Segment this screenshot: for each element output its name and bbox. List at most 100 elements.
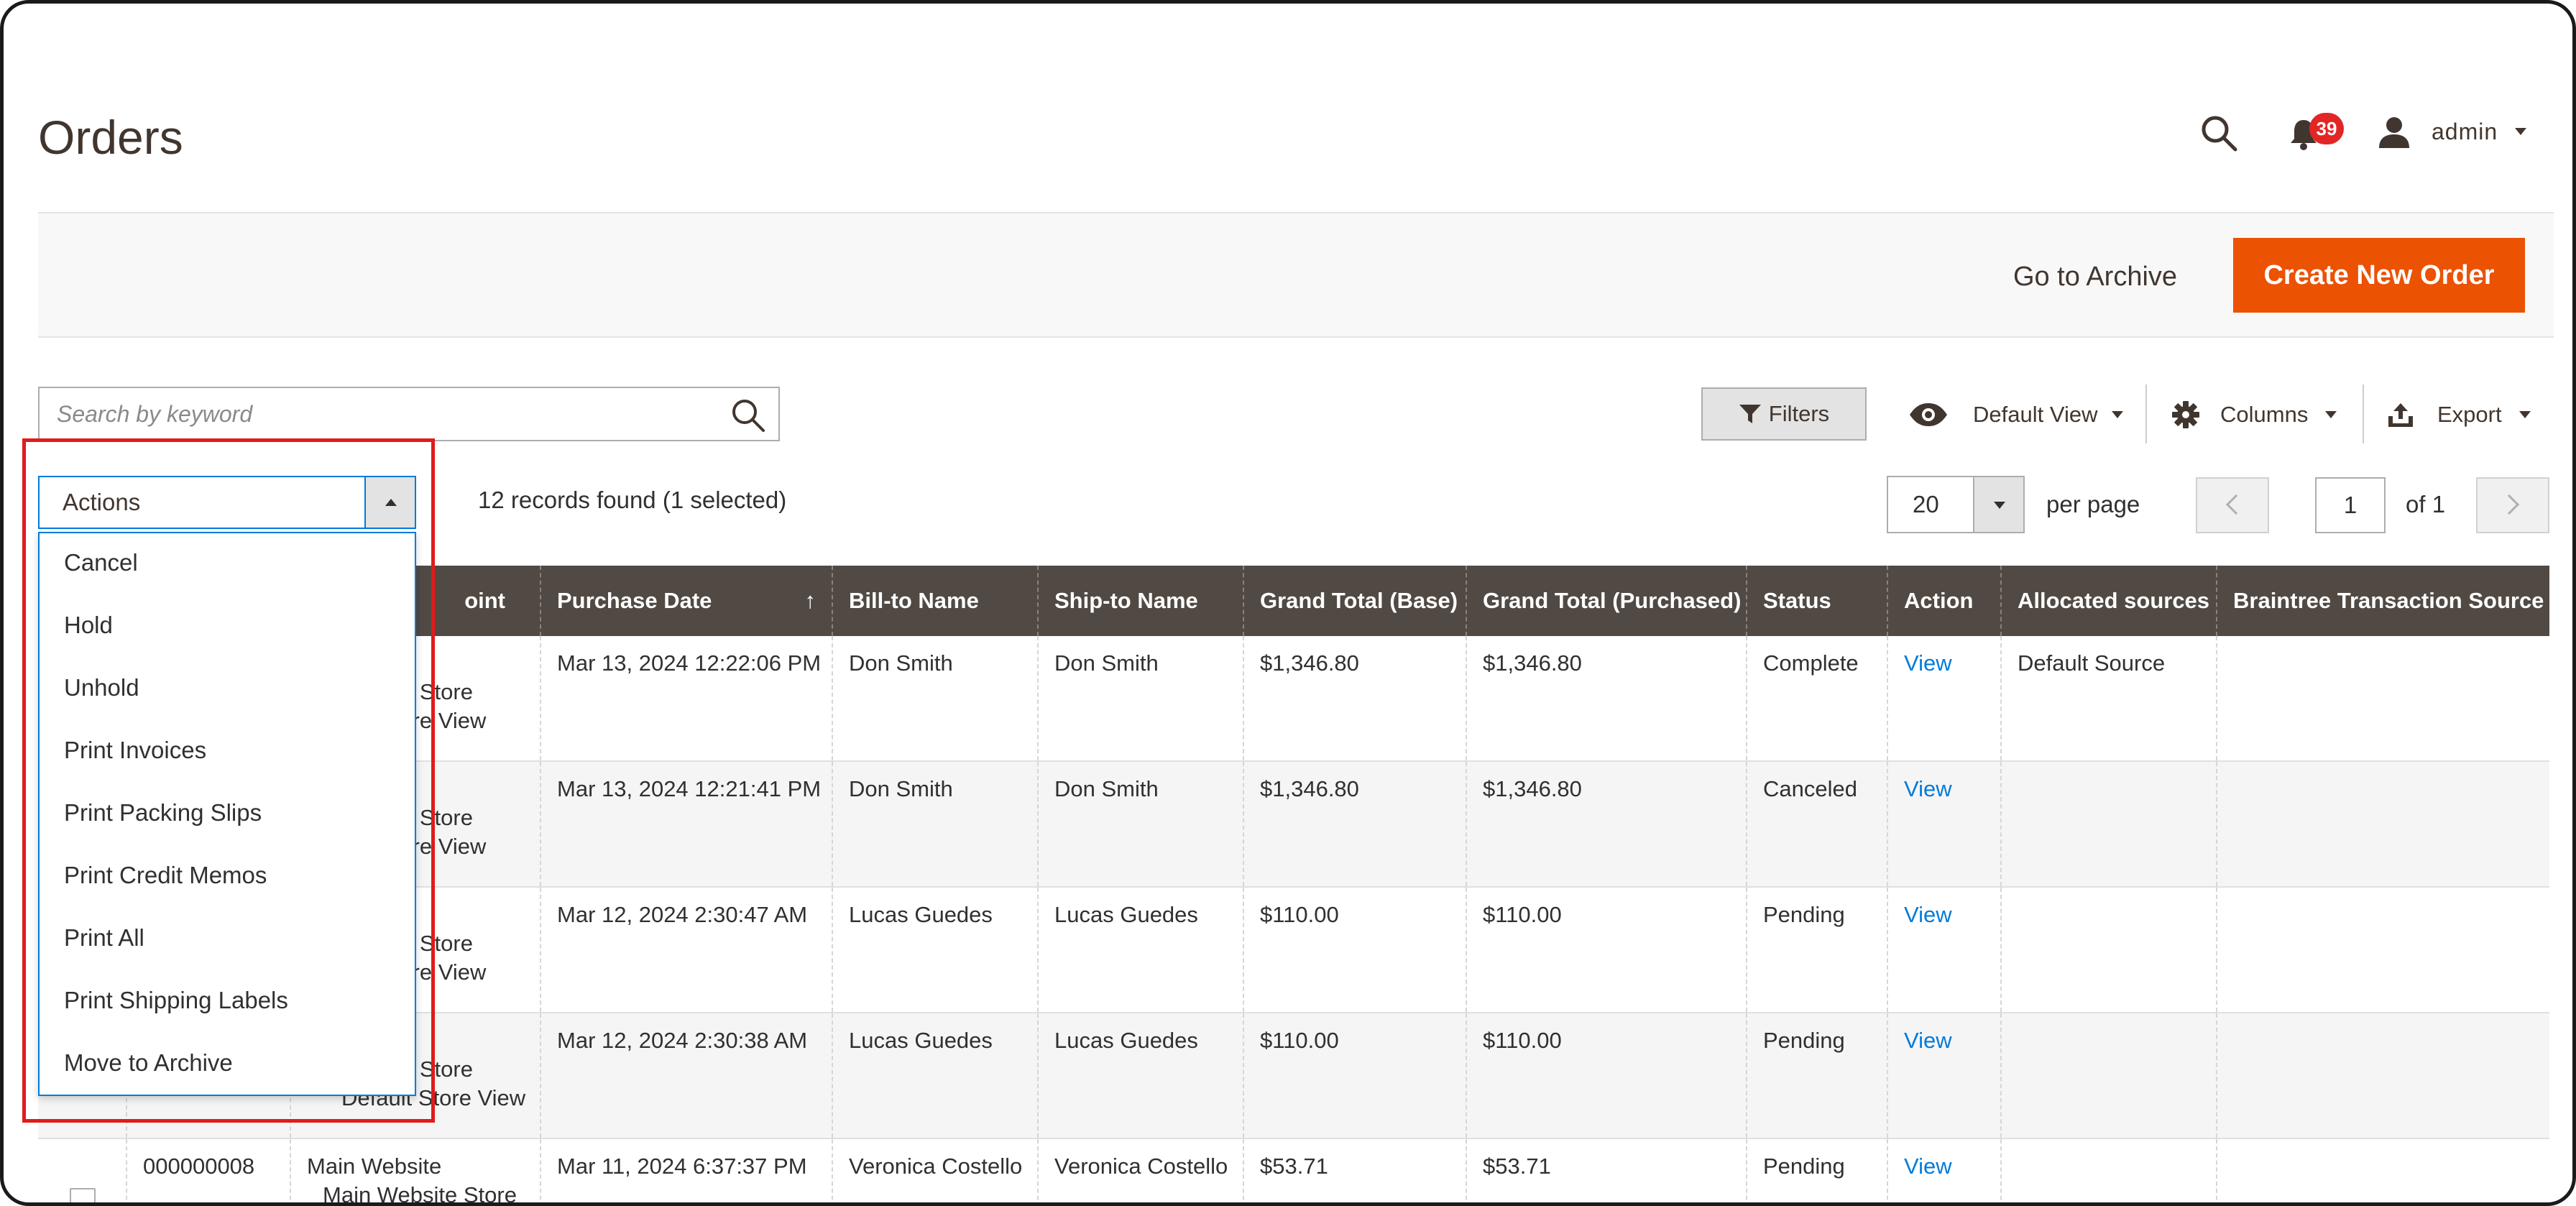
purchase-date: Mar 12, 2024 2:30:47 AM: [540, 888, 832, 1012]
export-label: Export: [2437, 402, 2502, 427]
menu-item-print-shipping-labels[interactable]: Print Shipping Labels: [64, 987, 288, 1014]
purchase-point: Main Website Main Website Store: [290, 1139, 540, 1202]
order-id: 000000008: [126, 1139, 290, 1202]
view-link[interactable]: View: [1887, 636, 2000, 760]
gear-icon: [2172, 401, 2199, 428]
export-dropdown[interactable]: Export: [2387, 392, 2531, 438]
export-icon: [2388, 403, 2413, 427]
menu-item-print-packing-slips[interactable]: Print Packing Slips: [64, 799, 262, 827]
grand-total-purchased: $53.71: [1466, 1139, 1746, 1202]
allocated-sources: [2000, 762, 2216, 886]
chevron-down-icon: [1994, 502, 2005, 509]
keyword-search: [38, 387, 780, 441]
mass-actions-select[interactable]: Actions: [38, 476, 416, 529]
search-input[interactable]: [57, 388, 704, 440]
allocated-sources: Default Source: [2000, 636, 2216, 760]
column-header-grand-total-purchased[interactable]: Grand Total (Purchased): [1466, 566, 1746, 636]
order-status: Complete: [1746, 636, 1887, 760]
search-icon[interactable]: [730, 397, 767, 434]
create-new-order-button[interactable]: Create New Order: [2233, 238, 2525, 313]
row-checkbox[interactable]: [70, 1188, 96, 1202]
grand-total-purchased: $110.00: [1466, 888, 1746, 1012]
user-name[interactable]: admin: [2432, 119, 2498, 145]
bill-to-name: Lucas Guedes: [832, 1013, 1037, 1138]
column-header-ship-to[interactable]: Ship-to Name: [1037, 566, 1243, 636]
grand-total-purchased: $110.00: [1466, 1013, 1746, 1138]
columns-dropdown[interactable]: Columns: [2171, 392, 2337, 438]
mass-actions-menu: Cancel Hold Unhold Print Invoices Print …: [38, 532, 416, 1096]
filters-button[interactable]: Filters: [1701, 387, 1867, 441]
per-page-select[interactable]: 20: [1887, 476, 2025, 533]
mass-actions-toggle[interactable]: [364, 477, 415, 528]
filters-label: Filters: [1768, 401, 1830, 426]
order-status: Pending: [1746, 1139, 1887, 1202]
eye-icon: [1910, 403, 1947, 426]
per-page-label: per page: [2046, 491, 2140, 517]
go-to-archive-button[interactable]: Go to Archive: [1987, 252, 2203, 301]
next-page-button[interactable]: [2476, 477, 2549, 533]
default-view-dropdown[interactable]: Default View: [1908, 392, 2124, 438]
grand-total-base: $1,346.80: [1243, 762, 1466, 886]
default-view-label: Default View: [1973, 402, 2098, 427]
order-status: Pending: [1746, 888, 1887, 1012]
order-status: Pending: [1746, 1013, 1887, 1138]
chevron-left-icon: [2225, 494, 2247, 515]
menu-item-unhold[interactable]: Unhold: [64, 674, 139, 701]
table-row[interactable]: 000000008 Main Website Main Website Stor…: [38, 1139, 2549, 1202]
menu-item-print-all[interactable]: Print All: [64, 924, 144, 952]
per-page-toggle[interactable]: [1973, 477, 2023, 532]
menu-item-move-to-archive[interactable]: Move to Archive: [64, 1049, 233, 1077]
ship-to-name: Lucas Guedes: [1037, 1013, 1243, 1138]
grand-total-base: $1,346.80: [1243, 636, 1466, 760]
column-header-braintree-source[interactable]: Braintree Transaction Source: [2216, 566, 2549, 636]
grand-total-purchased: $1,346.80: [1466, 636, 1746, 760]
user-icon[interactable]: [2377, 115, 2411, 149]
bill-to-name: Veronica Costello: [832, 1139, 1037, 1202]
page-number-input[interactable]: 1: [2315, 477, 2386, 533]
column-header-status[interactable]: Status: [1746, 566, 1887, 636]
braintree-source: [2216, 888, 2549, 1012]
chevron-right-icon: [2498, 494, 2520, 515]
per-page-value: 20: [1913, 491, 1939, 517]
filter-icon: [1739, 405, 1761, 423]
menu-item-print-credit-memos[interactable]: Print Credit Memos: [64, 862, 267, 889]
page-title: Orders: [38, 111, 183, 164]
previous-page-button[interactable]: [2196, 477, 2269, 533]
column-header-purchase-date[interactable]: Purchase Date ↑: [540, 566, 832, 636]
ship-to-name: Don Smith: [1037, 636, 1243, 760]
bill-to-name: Don Smith: [832, 636, 1037, 760]
column-header-bill-to[interactable]: Bill-to Name: [832, 566, 1037, 636]
order-status: Canceled: [1746, 762, 1887, 886]
grand-total-base: $53.71: [1243, 1139, 1466, 1202]
view-link[interactable]: View: [1887, 888, 2000, 1012]
bill-to-name: Lucas Guedes: [832, 888, 1037, 1012]
chevron-down-icon: [2325, 411, 2337, 418]
grand-total-base: $110.00: [1243, 888, 1466, 1012]
toolbar-divider: [2145, 385, 2147, 443]
search-icon[interactable]: [2199, 113, 2239, 153]
braintree-source: [2216, 636, 2549, 760]
columns-label: Columns: [2220, 402, 2309, 427]
menu-item-hold[interactable]: Hold: [64, 612, 113, 639]
notification-badge[interactable]: 39: [2309, 113, 2344, 144]
braintree-source: [2216, 1139, 2549, 1202]
ship-to-name: Don Smith: [1037, 762, 1243, 886]
purchase-point-line: Main Website: [307, 1154, 442, 1179]
chevron-down-icon: [2112, 411, 2124, 418]
allocated-sources: [2000, 1139, 2216, 1202]
menu-item-cancel[interactable]: Cancel: [64, 549, 138, 576]
view-link[interactable]: View: [1887, 1139, 2000, 1202]
menu-item-print-invoices[interactable]: Print Invoices: [64, 737, 206, 764]
view-link[interactable]: View: [1887, 762, 2000, 886]
braintree-source: [2216, 762, 2549, 886]
column-header-allocated-sources[interactable]: Allocated sources: [2000, 566, 2216, 636]
braintree-source: [2216, 1013, 2549, 1138]
view-link[interactable]: View: [1887, 1013, 2000, 1138]
column-header-label: Purchase Date: [557, 588, 712, 613]
mass-actions-label: Actions: [63, 489, 141, 515]
purchase-date: Mar 12, 2024 2:30:38 AM: [540, 1013, 832, 1138]
column-header-grand-total-base[interactable]: Grand Total (Base): [1243, 566, 1466, 636]
chevron-down-icon[interactable]: [2515, 128, 2526, 135]
chevron-down-icon: [2518, 411, 2531, 418]
sort-arrow-icon: ↑: [804, 588, 816, 613]
